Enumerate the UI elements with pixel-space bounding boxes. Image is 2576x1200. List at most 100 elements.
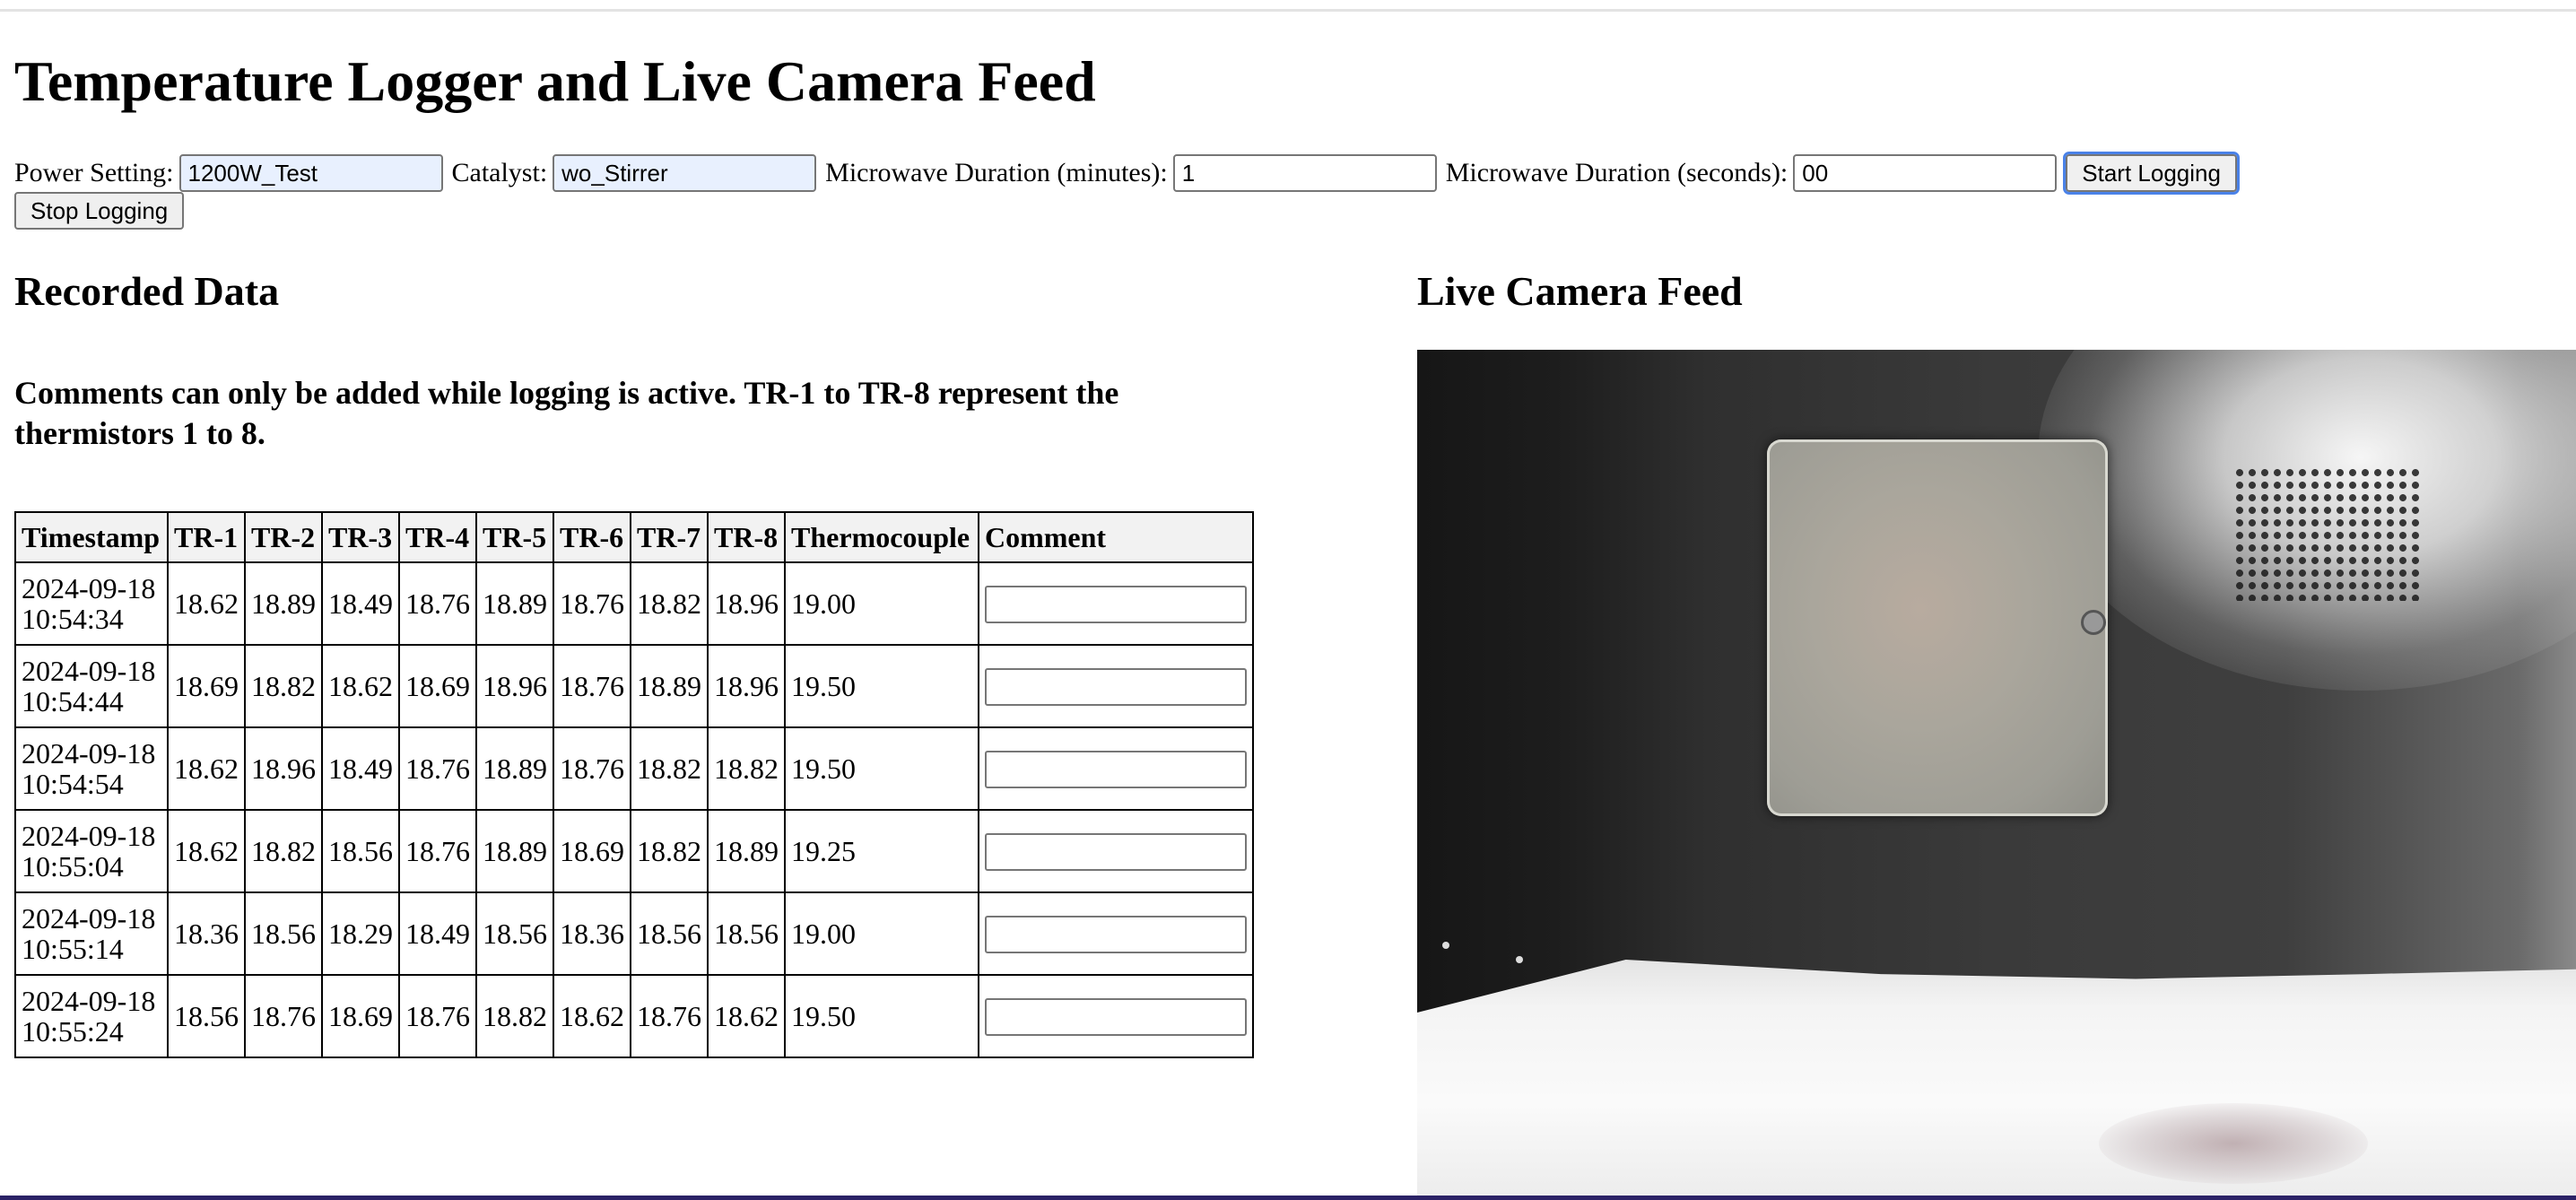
column-header-tr-4: TR-4 (398, 511, 477, 563)
tr-8-cell: 18.56 (707, 891, 786, 976)
timestamp-date: 2024-09-18 (22, 572, 156, 604)
camera-screw (2081, 610, 2106, 635)
comment-cell (978, 809, 1254, 893)
tr-5-cell: 18.89 (475, 561, 554, 646)
tr-2-cell: 18.82 (244, 809, 323, 893)
table-row: 2024-09-18 10:54:44 18.69 18.82 18.62 18.… (14, 644, 1254, 728)
thermocouple-cell: 19.00 (784, 891, 979, 976)
timestamp-date: 2024-09-18 (22, 655, 156, 687)
tr-2-cell: 18.76 (244, 974, 323, 1058)
timestamp-time: 10:54:44 (22, 685, 124, 717)
tr-4-cell: 18.76 (398, 561, 477, 646)
window-bottom-edge (0, 1196, 2576, 1200)
tr-3-cell: 18.56 (321, 809, 400, 893)
column-header-tr-3: TR-3 (321, 511, 400, 563)
thermocouple-cell: 19.50 (784, 726, 979, 811)
tr-6-cell: 18.69 (553, 809, 631, 893)
timestamp-cell: 2024-09-18 10:54:54 (14, 726, 169, 811)
catalyst-label: Catalyst: (451, 158, 548, 187)
tr-5-cell: 18.56 (475, 891, 554, 976)
comment-input[interactable] (985, 586, 1247, 624)
comment-cell (978, 974, 1254, 1058)
power-setting-label: Power Setting: (14, 158, 174, 187)
timestamp-cell: 2024-09-18 10:55:14 (14, 891, 169, 976)
column-header-tr-5: TR-5 (475, 511, 554, 563)
thermocouple-cell: 19.25 (784, 809, 979, 893)
controls-row: Power Setting: Catalyst: Microwave Durat… (14, 152, 2346, 195)
tr-1-cell: 18.56 (167, 974, 246, 1058)
thermocouple-cell: 19.50 (784, 974, 979, 1058)
timestamp-time: 10:54:34 (22, 603, 124, 635)
timestamp-time: 10:54:54 (22, 768, 124, 800)
duration-seconds-input[interactable] (1793, 154, 2058, 192)
timestamp-date: 2024-09-18 (22, 737, 156, 770)
column-header-tr-6: TR-6 (553, 511, 631, 563)
top-divider (0, 9, 2576, 12)
column-header-tr-7: TR-7 (630, 511, 709, 563)
camera-cavity-floor (1417, 960, 2576, 1200)
tr-8-cell: 18.62 (707, 974, 786, 1058)
comment-input[interactable] (985, 833, 1247, 872)
comment-cell (978, 891, 1254, 976)
timestamp-date: 2024-09-18 (22, 820, 156, 852)
tr-7-cell: 18.76 (630, 974, 709, 1058)
timestamp-time: 10:55:24 (22, 1015, 124, 1048)
tr-2-cell: 18.89 (244, 561, 323, 646)
tr-5-cell: 18.82 (475, 974, 554, 1058)
tr-1-cell: 18.69 (167, 644, 246, 728)
column-header-tr-1: TR-1 (167, 511, 246, 563)
duration-seconds-label: Microwave Duration (seconds): (1445, 158, 1788, 187)
table-row: 2024-09-18 10:55:04 18.62 18.82 18.56 18.… (14, 809, 1254, 893)
timestamp-cell: 2024-09-18 10:54:44 (14, 644, 169, 728)
comment-input[interactable] (985, 916, 1247, 954)
table-header-row: Timestamp TR-1 TR-2 TR-3 TR-4 TR-5 TR-6 … (14, 511, 1254, 563)
tr-8-cell: 18.89 (707, 809, 786, 893)
comment-input[interactable] (985, 668, 1247, 707)
tr-6-cell: 18.76 (553, 726, 631, 811)
recorded-data-note: Comments can only be added while logging… (14, 375, 1119, 451)
column-header-comment: Comment (978, 511, 1254, 563)
comment-cell (978, 644, 1254, 728)
duration-minutes-input[interactable] (1172, 154, 1437, 192)
tr-5-cell: 18.96 (475, 644, 554, 728)
tr-4-cell: 18.69 (398, 644, 477, 728)
tr-8-cell: 18.96 (707, 644, 786, 728)
power-setting-input[interactable] (178, 154, 443, 192)
timestamp-date: 2024-09-18 (22, 902, 156, 935)
tr-2-cell: 18.56 (244, 891, 323, 976)
tr-6-cell: 18.76 (553, 561, 631, 646)
catalyst-input[interactable] (553, 154, 817, 192)
tr-5-cell: 18.89 (475, 726, 554, 811)
comment-input[interactable] (985, 751, 1247, 789)
tr-6-cell: 18.76 (553, 644, 631, 728)
comment-cell (978, 726, 1254, 811)
tr-3-cell: 18.49 (321, 561, 400, 646)
column-header-timestamp: Timestamp (14, 511, 169, 563)
table-row: 2024-09-18 10:54:34 18.62 18.89 18.49 18.… (14, 561, 1254, 646)
duration-minutes-label: Microwave Duration (minutes): (825, 158, 1168, 187)
camera-vent-grille (2233, 466, 2422, 601)
table-row: 2024-09-18 10:55:14 18.36 18.56 18.29 18.… (14, 891, 1254, 976)
column-header-tr-8: TR-8 (707, 511, 786, 563)
table-row: 2024-09-18 10:55:24 18.56 18.76 18.69 18.… (14, 974, 1254, 1058)
comment-input[interactable] (985, 998, 1247, 1037)
tr-5-cell: 18.89 (475, 809, 554, 893)
logging-controls: Power Setting: Catalyst: Microwave Durat… (14, 152, 2346, 230)
camera-speck (1516, 956, 1523, 963)
tr-7-cell: 18.82 (630, 726, 709, 811)
tr-2-cell: 18.96 (244, 726, 323, 811)
stop-logging-button[interactable]: Stop Logging (14, 192, 185, 230)
timestamp-cell: 2024-09-18 10:54:34 (14, 561, 169, 646)
timestamp-time: 10:55:04 (22, 850, 124, 883)
timestamp-time: 10:55:14 (22, 933, 124, 965)
tr-7-cell: 18.89 (630, 644, 709, 728)
start-logging-button[interactable]: Start Logging (2063, 152, 2240, 195)
camera-speck (1442, 942, 1449, 949)
comment-cell (978, 561, 1254, 646)
tr-1-cell: 18.36 (167, 891, 246, 976)
tr-4-cell: 18.76 (398, 726, 477, 811)
tr-7-cell: 18.82 (630, 809, 709, 893)
tr-1-cell: 18.62 (167, 726, 246, 811)
tr-2-cell: 18.82 (244, 644, 323, 728)
tr-8-cell: 18.96 (707, 561, 786, 646)
